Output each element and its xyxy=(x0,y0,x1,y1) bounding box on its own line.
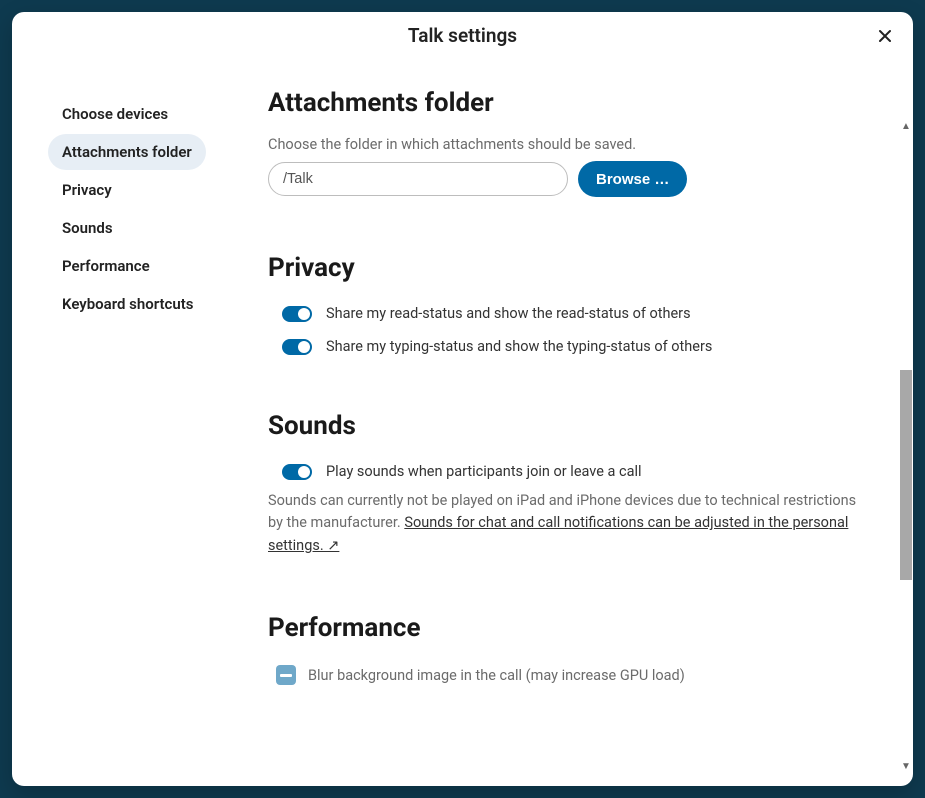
typing-status-row: Share my typing-status and show the typi… xyxy=(268,338,873,355)
settings-sidebar: Choose devices Attachments folder Privac… xyxy=(12,60,244,786)
scrollbar-thumb[interactable] xyxy=(900,370,912,580)
sidebar-item-sounds[interactable]: Sounds xyxy=(48,210,127,246)
dialog-title: Talk settings xyxy=(408,24,517,47)
blur-background-row: Blur background image in the call (may i… xyxy=(268,665,873,685)
settings-content: Attachments folder Choose the folder in … xyxy=(244,60,913,786)
read-status-toggle[interactable] xyxy=(282,306,312,322)
typing-status-label: Share my typing-status and show the typi… xyxy=(326,338,712,355)
read-status-label: Share my read-status and show the read-s… xyxy=(326,305,691,322)
play-sounds-label: Play sounds when participants join or le… xyxy=(326,463,642,480)
settings-dialog: Talk settings Choose devices Attachments… xyxy=(12,12,913,786)
typing-status-toggle[interactable] xyxy=(282,339,312,355)
play-sounds-row: Play sounds when participants join or le… xyxy=(268,463,873,480)
sidebar-item-choose-devices[interactable]: Choose devices xyxy=(48,96,182,132)
scroll-down-arrow-icon[interactable]: ▼ xyxy=(901,762,911,772)
close-icon xyxy=(877,28,893,44)
play-sounds-toggle[interactable] xyxy=(282,464,312,480)
section-performance: Performance Blur background image in the… xyxy=(268,613,873,685)
attachments-folder-row: Browse … xyxy=(268,161,873,197)
section-sounds: Sounds Play sounds when participants joi… xyxy=(268,411,873,557)
sidebar-item-keyboard-shortcuts[interactable]: Keyboard shortcuts xyxy=(48,286,207,322)
close-button[interactable] xyxy=(871,22,899,50)
dialog-header: Talk settings xyxy=(12,12,913,60)
privacy-heading: Privacy xyxy=(268,253,873,283)
dialog-body: Choose devices Attachments folder Privac… xyxy=(12,60,913,786)
attachments-description: Choose the folder in which attachments s… xyxy=(268,136,873,153)
sounds-note: Sounds can currently not be played on iP… xyxy=(268,490,873,557)
scroll-up-arrow-icon[interactable]: ▲ xyxy=(901,122,911,132)
attachments-heading: Attachments folder xyxy=(268,88,873,118)
blur-background-checkbox[interactable] xyxy=(276,665,296,685)
attachments-folder-input[interactable] xyxy=(268,162,568,196)
sidebar-item-privacy[interactable]: Privacy xyxy=(48,172,126,208)
read-status-row: Share my read-status and show the read-s… xyxy=(268,305,873,322)
sidebar-item-attachments-folder[interactable]: Attachments folder xyxy=(48,134,206,170)
section-privacy: Privacy Share my read-status and show th… xyxy=(268,253,873,355)
performance-heading: Performance xyxy=(268,613,873,643)
browse-button[interactable]: Browse … xyxy=(578,161,687,197)
sounds-heading: Sounds xyxy=(268,411,873,441)
blur-background-label: Blur background image in the call (may i… xyxy=(308,667,685,684)
sidebar-item-performance[interactable]: Performance xyxy=(48,248,164,284)
section-attachments: Attachments folder Choose the folder in … xyxy=(268,88,873,197)
